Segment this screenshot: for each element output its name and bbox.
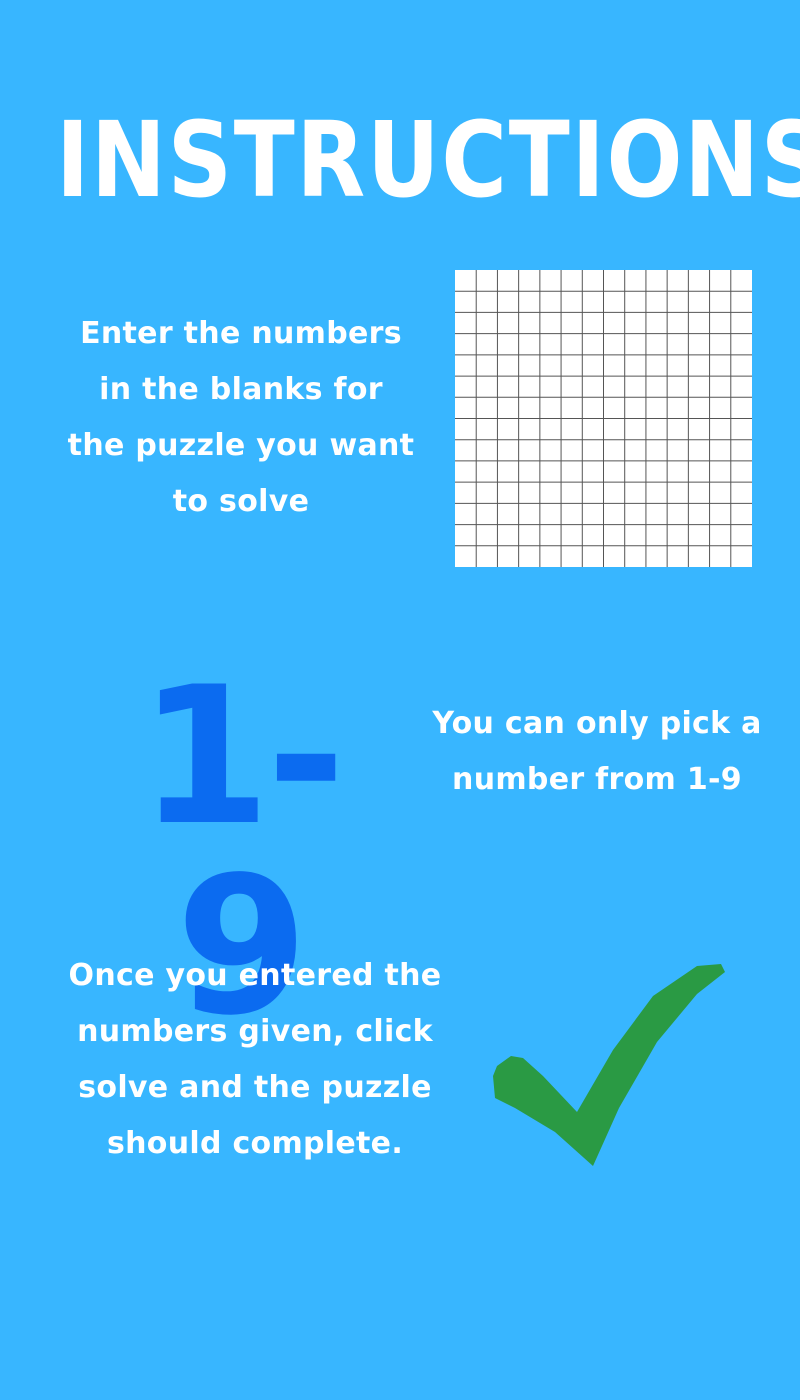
instruction-enter-numbers: Enter the numbers in the blanks for the … (67, 316, 415, 519)
instruction-number-range: You can only pick a number from 1-9 (432, 706, 762, 797)
checkmark-icon (493, 964, 725, 1166)
grid-icon (455, 270, 752, 567)
number-range-graphic: 1-9 (138, 646, 345, 1057)
instruction-click-solve: Once you entered the numbers given, clic… (68, 958, 442, 1161)
page-title: INSTRUCTIONS (56, 99, 800, 221)
